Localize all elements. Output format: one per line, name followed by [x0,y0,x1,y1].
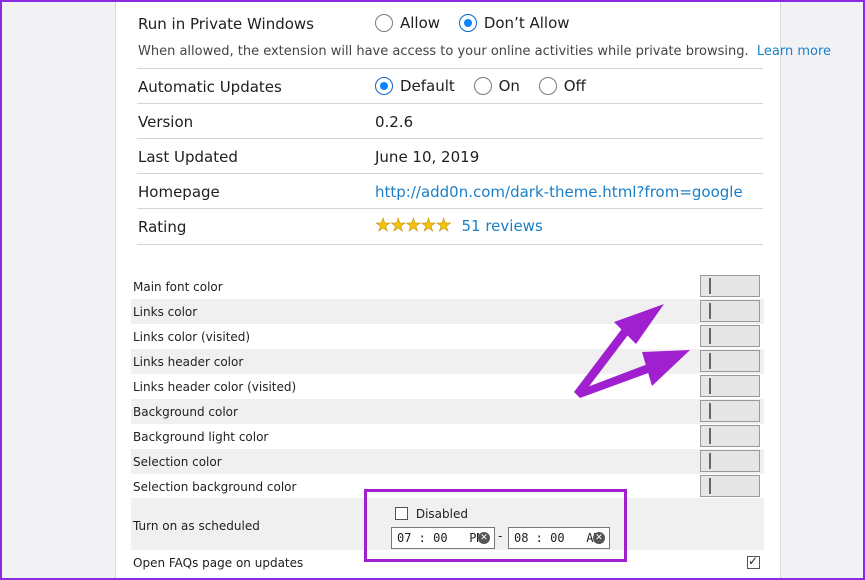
arrow-head-lower [642,350,690,386]
annotation-arrow-group [574,304,690,398]
annotation-arrows [574,304,690,398]
